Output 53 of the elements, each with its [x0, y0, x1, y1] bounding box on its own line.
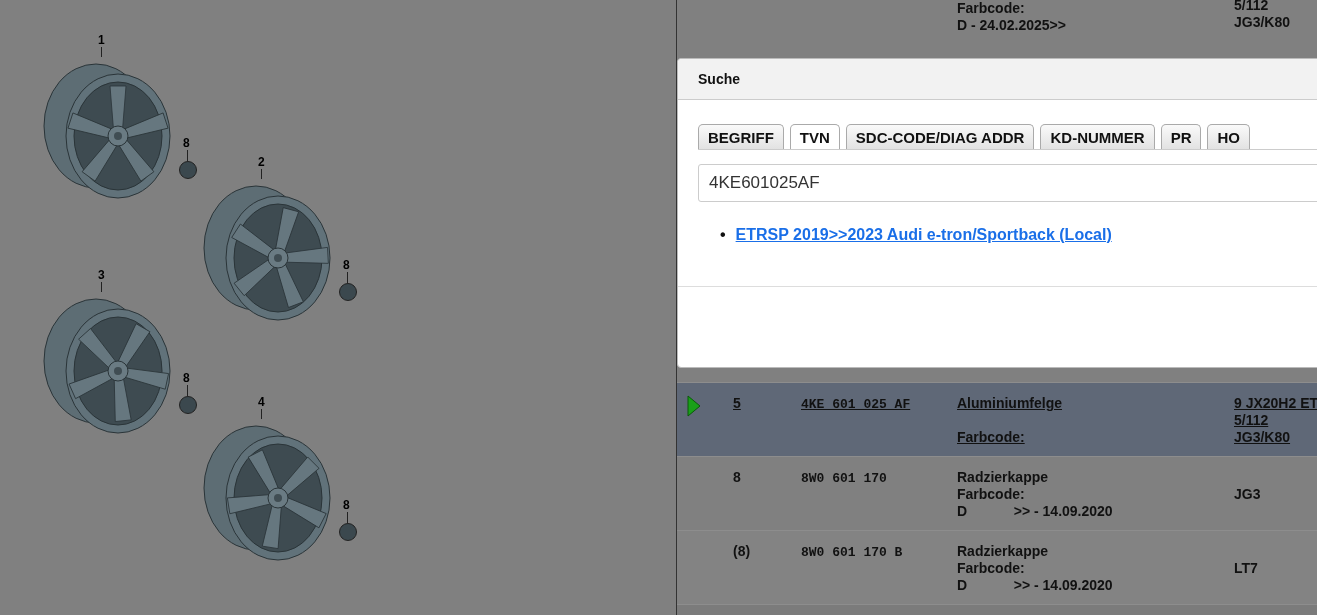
table-cell: 4KE 601 025 AF [801, 397, 911, 412]
wheel-cap-drawing [179, 161, 197, 179]
callout-number: 2 [258, 156, 265, 168]
tab[interactable]: KD-NUMMER [1040, 124, 1155, 149]
table-cell: 5/112 [1234, 412, 1269, 429]
table-cell: JG3 [1234, 486, 1261, 503]
tab[interactable]: BEGRIFF [698, 124, 784, 149]
table-cell: (8) [733, 543, 751, 559]
table-cell: D >> - 14.09.2020 [957, 577, 1113, 594]
callout-number: 8 [183, 372, 190, 384]
table-cell: Radzierkappe [957, 469, 1049, 486]
leader-line [187, 385, 188, 396]
callout-number: 3 [98, 269, 105, 281]
leader-line [347, 512, 348, 523]
callout-number: 8 [183, 137, 190, 149]
table-cell-text: JG3/K80 [1234, 14, 1292, 31]
tab[interactable]: HO [1207, 124, 1250, 149]
result-link[interactable]: ETRSP 2019>>2023 Audi e-tron/Sportback (Local) [735, 226, 1112, 243]
play-icon [687, 395, 701, 417]
table-cell-text: D - 24.02.2025>> [957, 17, 1067, 34]
table-cell-text: Farbcode: [957, 0, 1026, 17]
table-cell: 8 [733, 469, 741, 485]
table-cell: 8W0 601 170 B [801, 545, 903, 560]
callout-number: 4 [258, 396, 265, 408]
table-cell: Radzierkappe [957, 543, 1049, 560]
tab[interactable]: TVN [789, 124, 840, 149]
table-cell: LT7 [1234, 560, 1258, 577]
leader-line [101, 47, 102, 57]
leader-line [347, 272, 348, 283]
search-field[interactable]: 4KE601025AF [698, 164, 1317, 202]
tab[interactable]: SDC-CODE/DIAG ADDR [845, 124, 1035, 149]
table-cell: 8W0 601 170 [801, 471, 887, 486]
table-cell-text: 5/112 [1234, 0, 1270, 14]
dialog-title: Suche [698, 71, 740, 87]
table-cell: Farbcode: [957, 429, 1025, 446]
leader-line [261, 169, 262, 179]
callout-number: 8 [343, 499, 350, 511]
table-cell: D >> - 14.09.2020 [957, 503, 1113, 520]
leader-line [261, 409, 262, 419]
table-cell: Farbcode: [957, 560, 1025, 577]
leader-line [101, 282, 102, 292]
wheel-cap-drawing [339, 283, 357, 301]
wheel-cap-drawing [339, 523, 357, 541]
tab[interactable]: PR [1160, 124, 1202, 149]
table-cell: Aluminiumfelge [957, 395, 1062, 412]
callout-number: 8 [343, 259, 350, 271]
callout-number: 1 [98, 34, 105, 46]
table-cell: Farbcode: [957, 486, 1025, 503]
table-cell: JG3/K80 [1234, 429, 1291, 446]
bullet: • [720, 226, 726, 243]
table-cell: 5 [733, 395, 741, 411]
leader-line [187, 150, 188, 161]
wheel-cap-drawing [179, 396, 197, 414]
